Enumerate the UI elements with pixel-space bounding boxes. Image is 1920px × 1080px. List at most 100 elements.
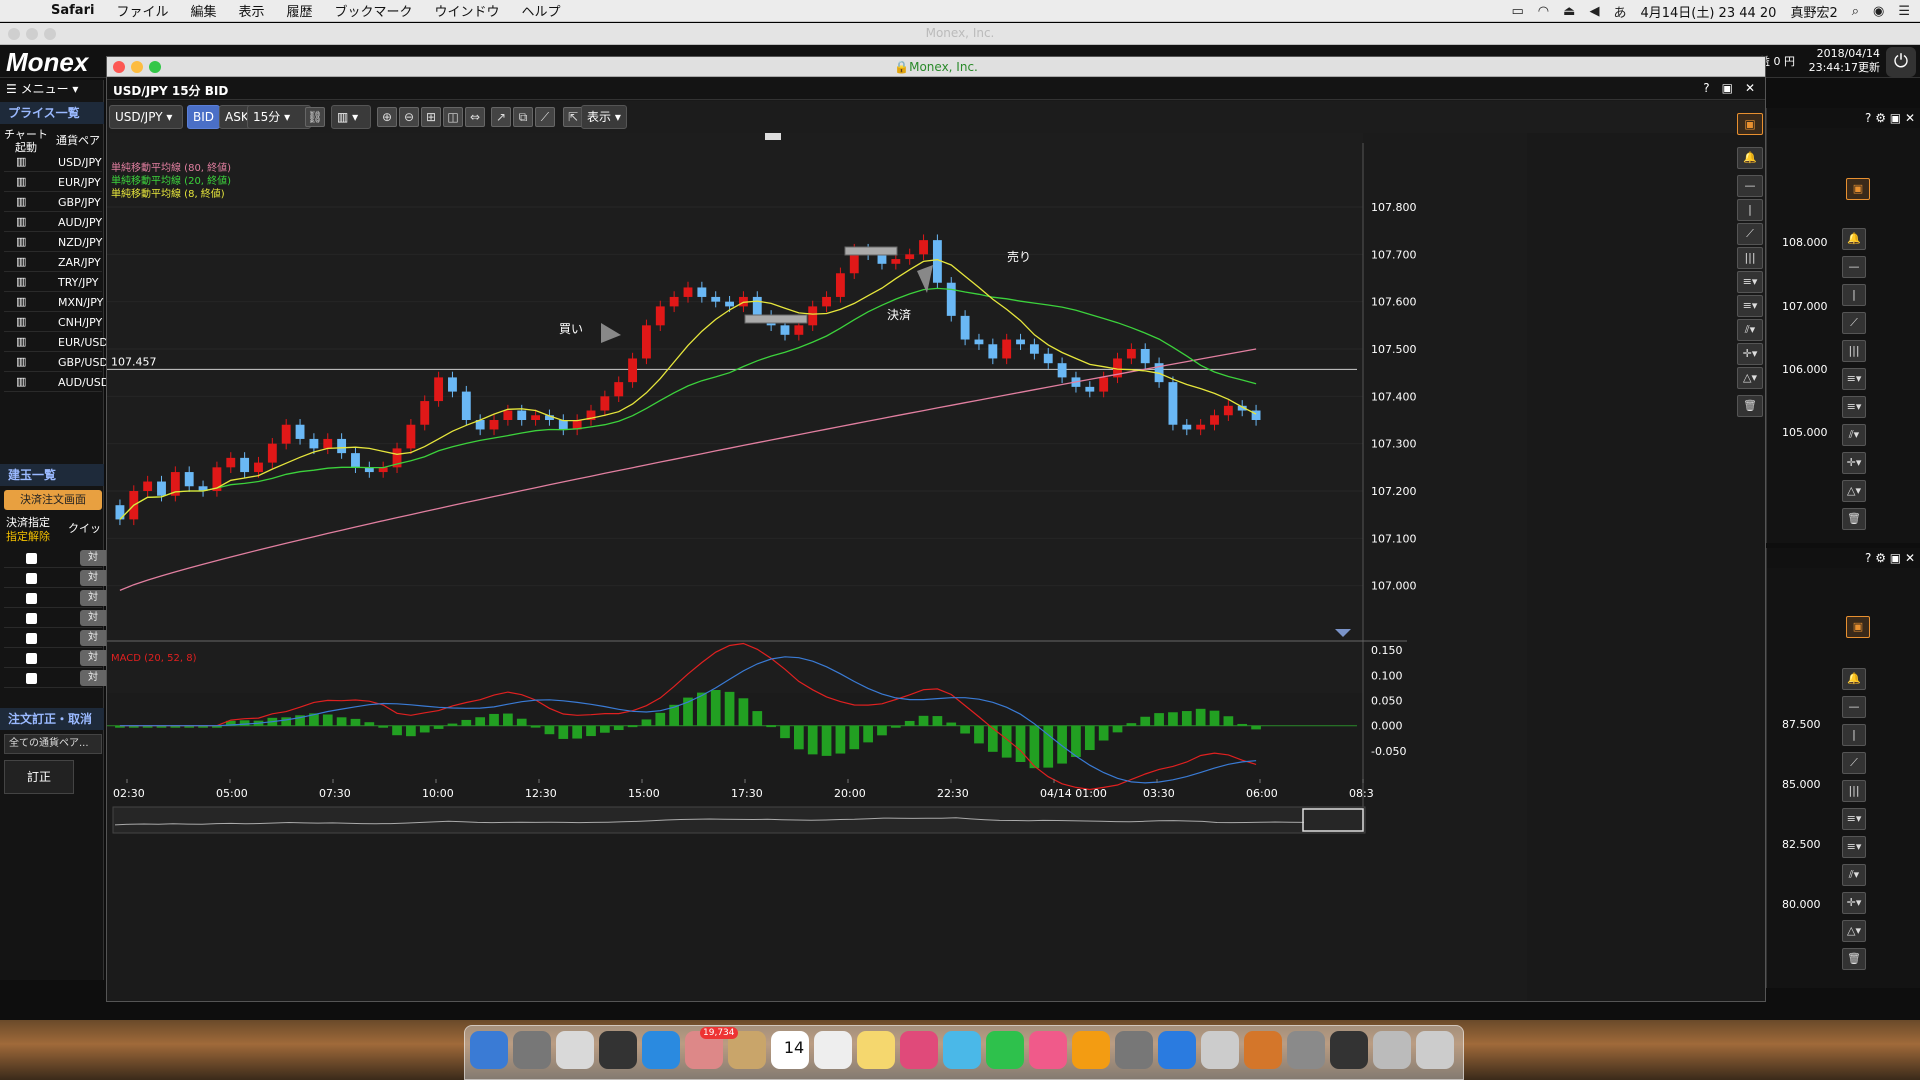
maps-icon[interactable] <box>556 1031 594 1069</box>
candle[interactable] <box>489 420 499 430</box>
candle[interactable] <box>725 301 734 307</box>
facetime-icon[interactable] <box>986 1031 1024 1069</box>
fit-icon[interactable]: ⊞ <box>421 107 441 127</box>
vline-tool-icon[interactable]: | <box>1842 724 1866 746</box>
range-icon[interactable]: ⇔ <box>465 107 485 127</box>
hline-tool-icon[interactable]: — <box>1842 256 1866 278</box>
position-checkbox[interactable] <box>26 653 37 664</box>
candle[interactable] <box>337 438 347 454</box>
siri-icon[interactable]: ◉ <box>1873 4 1884 19</box>
trash-icon[interactable]: 🗑 <box>1842 948 1866 970</box>
itunes-icon[interactable] <box>1029 1031 1067 1069</box>
spotlight-icon[interactable]: ⌕ <box>1852 4 1859 19</box>
pitchfork-tool-icon[interactable]: ⫽▾ <box>1737 319 1763 341</box>
reminders-icon[interactable] <box>814 1031 852 1069</box>
candle[interactable] <box>226 457 236 468</box>
candle[interactable] <box>503 410 513 420</box>
close-order-button[interactable]: 決済注文画面 <box>4 490 102 510</box>
chart-launch-icon[interactable]: ▥ <box>16 195 26 208</box>
chart-launch-icon[interactable]: ▥ <box>16 315 26 328</box>
candle[interactable] <box>1016 339 1025 345</box>
pair-row[interactable]: ▥ GBP/JPY <box>4 192 102 212</box>
display-menu[interactable]: 表示 ▾ <box>581 105 627 129</box>
split-icon[interactable]: ◫ <box>443 107 463 127</box>
candle[interactable] <box>558 420 568 430</box>
logout-power-button[interactable]: ⏻ <box>1886 47 1916 77</box>
candle[interactable] <box>1126 349 1136 359</box>
siri-icon[interactable] <box>599 1031 637 1069</box>
candle[interactable] <box>1140 349 1150 364</box>
menu-history[interactable]: 履歴 <box>275 1 323 20</box>
app-store-icon[interactable] <box>1158 1031 1196 1069</box>
trendline-tool-icon[interactable]: ⟋ <box>1737 223 1763 245</box>
fib-ext-tool-icon[interactable]: ≡▾ <box>1842 836 1866 858</box>
menu-window[interactable]: ウインドウ <box>424 1 511 20</box>
maximize-icon[interactable]: ▣ <box>1722 81 1733 95</box>
airplay-icon[interactable]: ▭ <box>1512 4 1524 19</box>
safari-minimize-icon[interactable] <box>26 28 38 40</box>
candle[interactable] <box>974 339 984 345</box>
zoom-out-icon[interactable]: ⊖ <box>399 107 419 127</box>
position-checkbox[interactable] <box>26 673 37 684</box>
notification-center-icon[interactable]: ☰ <box>1898 4 1910 19</box>
menu-bookmarks[interactable]: ブックマーク <box>324 1 424 20</box>
hline-tool-icon[interactable]: — <box>1842 696 1866 718</box>
draw-icon[interactable]: ⟋ <box>535 107 555 127</box>
image-capture-icon[interactable] <box>1287 1031 1325 1069</box>
crosshair-tool-icon[interactable]: ✛▾ <box>1842 892 1866 914</box>
trash-icon[interactable] <box>1416 1031 1454 1069</box>
pair-row[interactable]: ▥ EUR/USD <box>4 332 108 352</box>
system-preferences-icon[interactable] <box>1115 1031 1153 1069</box>
interval-select[interactable]: 15分 ▾ <box>247 105 311 129</box>
candlestick-chart[interactable]: 107.000 107.100 107.200 107.300 107.400 107.5… <box>107 133 1527 1001</box>
candle[interactable] <box>988 344 998 359</box>
candle[interactable] <box>448 377 457 392</box>
candle[interactable] <box>143 481 153 491</box>
candle[interactable] <box>115 505 125 520</box>
hline-tool-icon[interactable]: — <box>1737 175 1763 197</box>
chart-launch-icon[interactable]: ▥ <box>16 335 26 348</box>
trash-icon[interactable]: 🗑 <box>1737 395 1763 417</box>
candle[interactable] <box>434 377 444 402</box>
chart-launch-icon[interactable]: ▥ <box>16 215 26 228</box>
shape-tool-icon[interactable]: △▾ <box>1737 367 1763 389</box>
chart-type-select[interactable]: ▥ ▾ <box>331 105 371 129</box>
fib-ext-tool-icon[interactable]: ≡▾ <box>1737 295 1763 317</box>
pair-row[interactable]: ▥ AUD/JPY <box>4 212 102 232</box>
safari-icon[interactable] <box>642 1031 680 1069</box>
specify-release-link[interactable]: 指定解除 <box>6 528 50 544</box>
launchpad-icon[interactable] <box>513 1031 551 1069</box>
mouse-icon[interactable] <box>1201 1031 1239 1069</box>
candle[interactable] <box>267 443 277 463</box>
chart-area[interactable]: 107.000 107.100 107.200 107.300 107.400 107.5… <box>107 133 1527 1001</box>
candle[interactable] <box>808 306 818 326</box>
candle[interactable] <box>642 325 651 359</box>
pair-row[interactable]: ▥ NZD/JPY <box>4 232 102 252</box>
alert-bell-icon[interactable]: 🔔 <box>1842 228 1866 250</box>
zoom-in-icon[interactable]: ⊕ <box>377 107 397 127</box>
vline-tool-icon[interactable]: | <box>1842 284 1866 306</box>
safari-close-icon[interactable] <box>8 28 20 40</box>
fib-ext-tool-icon[interactable]: ≡▾ <box>1842 396 1866 418</box>
menu-safari[interactable]: Safari <box>40 3 105 18</box>
pair-row[interactable]: ▥ EUR/JPY <box>4 172 102 192</box>
candle[interactable] <box>614 382 624 397</box>
channel-tool-icon[interactable]: ||| <box>1842 340 1866 362</box>
candle[interactable] <box>835 273 845 297</box>
candle[interactable] <box>960 315 970 340</box>
window-minimize-icon[interactable] <box>131 61 143 73</box>
navigator[interactable] <box>112 806 1366 834</box>
sunflower-icon[interactable] <box>1244 1031 1282 1069</box>
volume-icon[interactable]: ◀ <box>1589 4 1599 19</box>
chart-settings-icon[interactable]: ▣ <box>1846 616 1870 638</box>
candle[interactable] <box>1043 353 1053 364</box>
candle[interactable] <box>295 424 305 439</box>
pitchfork-tool-icon[interactable]: ⫽▾ <box>1842 864 1866 886</box>
candle[interactable] <box>1057 363 1067 378</box>
all-pairs-select[interactable]: 全ての通貨ペア... <box>4 734 102 754</box>
safari-zoom-icon[interactable] <box>44 28 56 40</box>
candle[interactable] <box>669 296 679 307</box>
position-checkbox[interactable] <box>26 573 37 584</box>
candle[interactable] <box>946 282 956 316</box>
candle[interactable] <box>697 287 707 297</box>
